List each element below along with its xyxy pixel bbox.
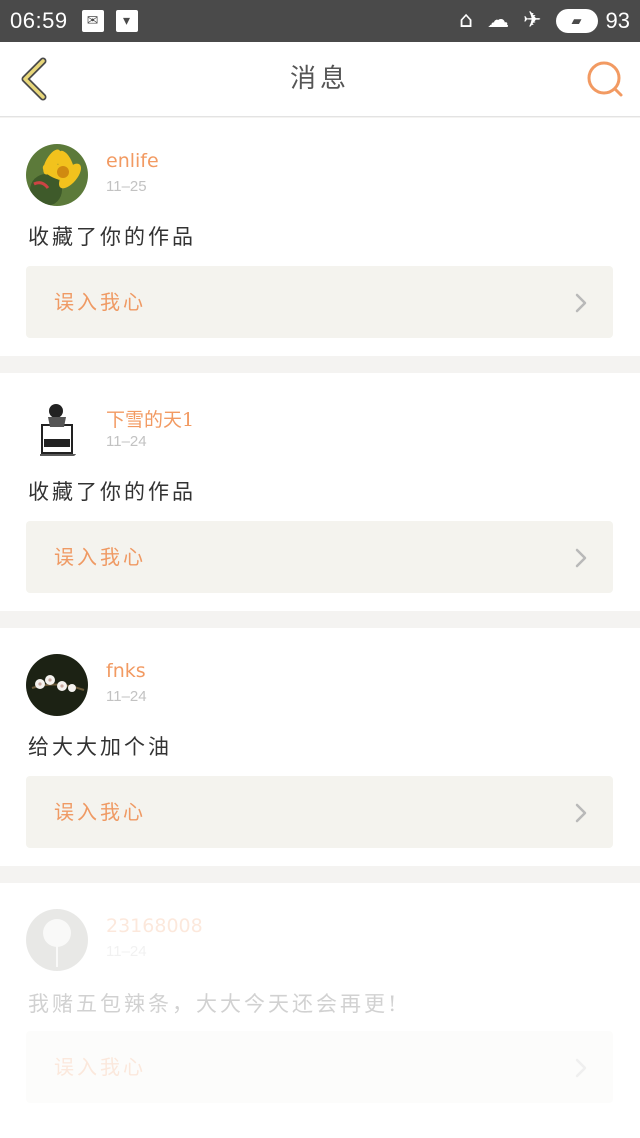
status-icons: ⌂ ☁ ✈ ▰ 93: [459, 8, 630, 34]
work-link-button[interactable]: 误入我心: [26, 521, 613, 593]
work-title: 误入我心: [54, 1055, 146, 1079]
notification-date: 11–25: [106, 178, 147, 195]
work-link-button[interactable]: 误入我心: [26, 1031, 613, 1103]
search-button[interactable]: [584, 58, 626, 100]
chevron-right-icon: [575, 293, 587, 313]
username-link[interactable]: enlife: [106, 150, 159, 172]
notification-date: 11–24: [106, 688, 147, 705]
navigation-header: 消息: [0, 42, 640, 117]
work-title: 误入我心: [54, 800, 146, 824]
mail-icon: ▾: [115, 10, 138, 32]
sleep-icon: ☁: [487, 8, 510, 33]
avatar[interactable]: [26, 399, 88, 461]
notification-card: fnks 11–24 给大大加个油 误入我心: [0, 628, 640, 866]
avatar[interactable]: [26, 144, 88, 206]
username-link[interactable]: 下雪的天1: [106, 405, 194, 432]
app-notification-icon: ✉: [81, 10, 104, 32]
work-title: 误入我心: [54, 545, 146, 569]
airplane-icon: ✈: [523, 8, 542, 33]
chevron-right-icon: [575, 803, 587, 823]
avatar[interactable]: [26, 654, 88, 716]
avatar[interactable]: [26, 909, 88, 971]
status-bar: 06:59 ✉ ▾ ⌂ ☁ ✈ ▰ 93: [0, 0, 640, 42]
work-link-button[interactable]: 误入我心: [26, 776, 613, 848]
bag-icon: ⌂: [459, 8, 474, 33]
battery-level: 93: [605, 8, 630, 33]
notification-message: 收藏了你的作品: [28, 225, 196, 249]
page-title: 消息: [289, 64, 350, 94]
search-icon: [587, 61, 623, 97]
notification-message: 我赌五包辣条，大大今天还会再更!: [28, 992, 400, 1016]
work-title: 误入我心: [54, 290, 146, 314]
username-link[interactable]: fnks: [106, 660, 146, 682]
work-link-button[interactable]: 误入我心: [26, 266, 613, 338]
chevron-right-icon: [575, 548, 587, 568]
username-link[interactable]: 23168008: [106, 915, 203, 937]
notification-card: enlife 11–25 收藏了你的作品 误入我心: [0, 118, 640, 356]
battery-icon: ▰: [555, 9, 598, 33]
notification-message: 收藏了你的作品: [28, 480, 196, 504]
status-time: 06:59: [10, 8, 68, 33]
chevron-right-icon: [575, 1058, 587, 1078]
notification-date: 11–24: [106, 433, 147, 450]
notification-message: 给大大加个油: [28, 735, 172, 759]
notification-card: 23168008 11–24 我赌五包辣条，大大今天还会再更! 误入我心: [0, 883, 640, 1138]
notification-card: 下雪的天1 11–24 收藏了你的作品 误入我心: [0, 373, 640, 611]
notification-date: 11–24: [106, 943, 147, 960]
